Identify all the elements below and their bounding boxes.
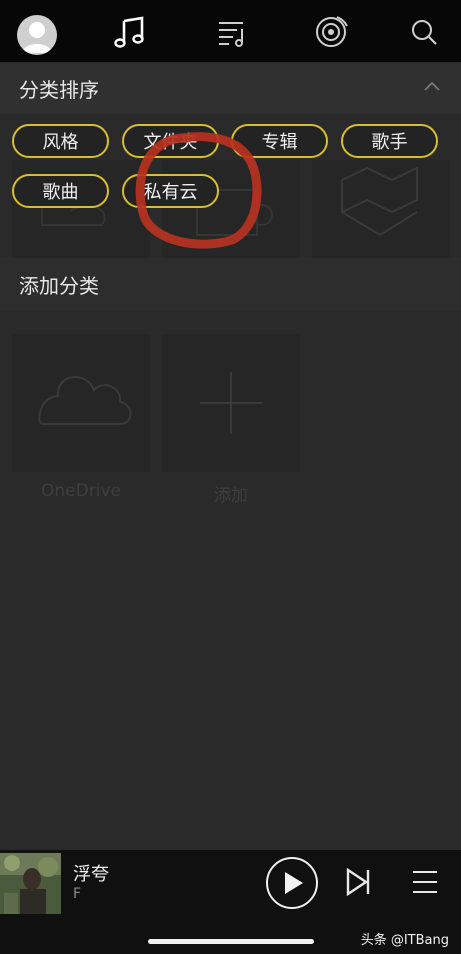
music-note-icon[interactable] [110, 12, 150, 52]
chip-folder[interactable]: 文件夹 [122, 124, 219, 158]
add-tile[interactable] [162, 334, 300, 472]
plus-icon [200, 372, 262, 434]
queue-menu-button[interactable] [411, 868, 439, 900]
sort-section-header[interactable]: 分类排序 [0, 62, 461, 114]
album-cover[interactable] [0, 853, 61, 914]
sort-section-title: 分类排序 [19, 77, 99, 102]
chip-album[interactable]: 专辑 [231, 124, 328, 158]
chip-private-cloud[interactable]: 私有云 [122, 174, 219, 208]
chip-style[interactable]: 风格 [12, 124, 109, 158]
cloud-icon [38, 376, 132, 425]
user-icon [22, 22, 52, 53]
chip-artist[interactable]: 歌手 [341, 124, 438, 158]
play-icon [285, 872, 303, 894]
song-title: 浮夸 [73, 864, 109, 885]
menu-icon [413, 871, 437, 893]
avatar[interactable] [17, 15, 57, 55]
top-nav-bar [0, 0, 461, 62]
playlist-icon[interactable] [212, 12, 252, 52]
watermark: 头条 @ITBang [360, 933, 449, 948]
play-button[interactable] [266, 857, 318, 909]
add-section-title: 添加分类 [19, 273, 99, 298]
radio-icon[interactable] [311, 12, 351, 52]
search-icon[interactable] [404, 12, 444, 52]
mini-player: 浮夸 F 头条 @ITBang [0, 850, 461, 954]
onedrive-tile[interactable] [12, 334, 150, 472]
category-chip-list: 风格 文件夹 专辑 歌手 歌曲 私有云 [0, 118, 461, 218]
next-track-button[interactable] [346, 867, 372, 900]
chip-song[interactable]: 歌曲 [12, 174, 109, 208]
add-label: 添加 [214, 486, 248, 506]
chevron-up-icon[interactable] [423, 78, 441, 100]
song-artist: F [73, 886, 82, 902]
add-section-header: 添加分类 [0, 258, 461, 310]
home-indicator[interactable] [148, 939, 314, 944]
skip-next-icon [346, 867, 370, 897]
onedrive-label: OneDrive [41, 481, 121, 501]
